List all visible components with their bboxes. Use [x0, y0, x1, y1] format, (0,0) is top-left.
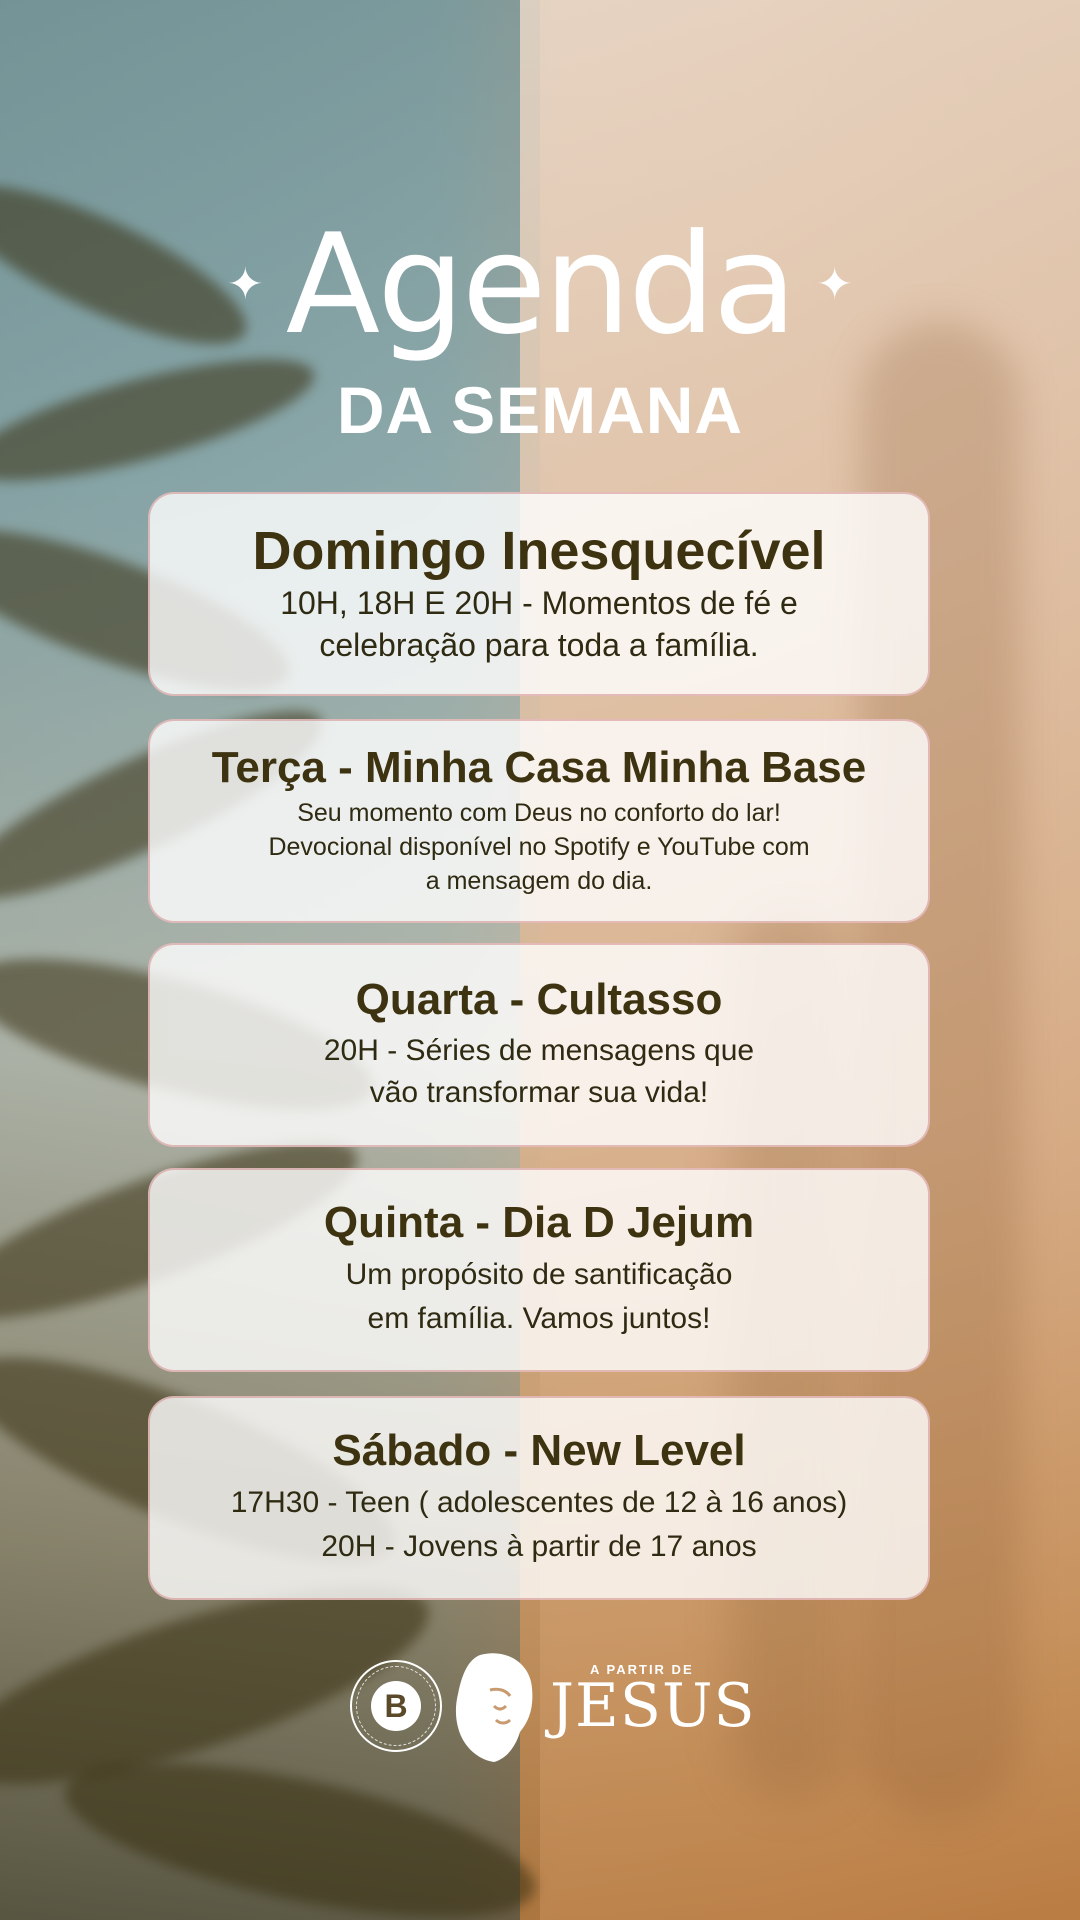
- event-line: Um propósito de santificação: [345, 1258, 733, 1292]
- sparkle-icon: ✦: [816, 260, 854, 309]
- event-card-terca: Terça - Minha Casa Minha Base Seu moment…: [148, 719, 930, 923]
- event-title: Quinta - Dia D Jejum: [323, 1197, 755, 1247]
- base-church-logo: B: [350, 1660, 442, 1752]
- jesus-portrait-icon: [455, 1653, 533, 1762]
- event-card-sabado: Sábado - New Level 17H30 - Teen ( adoles…: [148, 1396, 930, 1600]
- page-title: Agenda: [285, 204, 798, 365]
- event-line: vão transformar sua vida!: [369, 1076, 709, 1110]
- page-subtitle: DA SEMANA: [336, 373, 744, 447]
- footer-logos: B A PARTIR DE JESUS: [0, 1650, 1080, 1780]
- event-card-quinta: Quinta - Dia D Jejum Um propósito de san…: [148, 1168, 930, 1372]
- event-title: Terça - Minha Casa Minha Base: [211, 742, 867, 792]
- event-line: celebração para toda a família.: [319, 626, 759, 663]
- event-title: Quarta - Cultasso: [355, 974, 723, 1024]
- event-line: Devocional disponível no Spotify e YouTu…: [268, 833, 810, 862]
- event-line: em família. Vamos juntos!: [367, 1302, 711, 1336]
- event-line: 20H - Séries de mensagens que: [323, 1034, 755, 1068]
- event-line: 10H, 18H E 20H - Momentos de fé e: [280, 584, 798, 621]
- sparkle-icon: ✦: [226, 260, 264, 309]
- campaign-logo-text: JESUS: [550, 1671, 756, 1741]
- event-title: Sábado - New Level: [332, 1425, 746, 1475]
- event-line: 20H - Jovens à partir de 17 anos: [321, 1530, 757, 1564]
- event-line: a mensagem do dia.: [425, 867, 653, 896]
- event-line: 17H30 - Teen ( adolescentes de 12 à 16 a…: [230, 1486, 848, 1520]
- event-line: Seu momento com Deus no conforto do lar!: [297, 799, 781, 828]
- event-card-quarta: Quarta - Cultasso 20H - Séries de mensag…: [148, 943, 930, 1147]
- header-title-row: ✦ Agenda ✦: [0, 205, 1080, 365]
- event-title: Domingo Inesquecível: [252, 521, 826, 582]
- event-card-domingo: Domingo Inesquecível 10H, 18H E 20H - Mo…: [148, 492, 930, 696]
